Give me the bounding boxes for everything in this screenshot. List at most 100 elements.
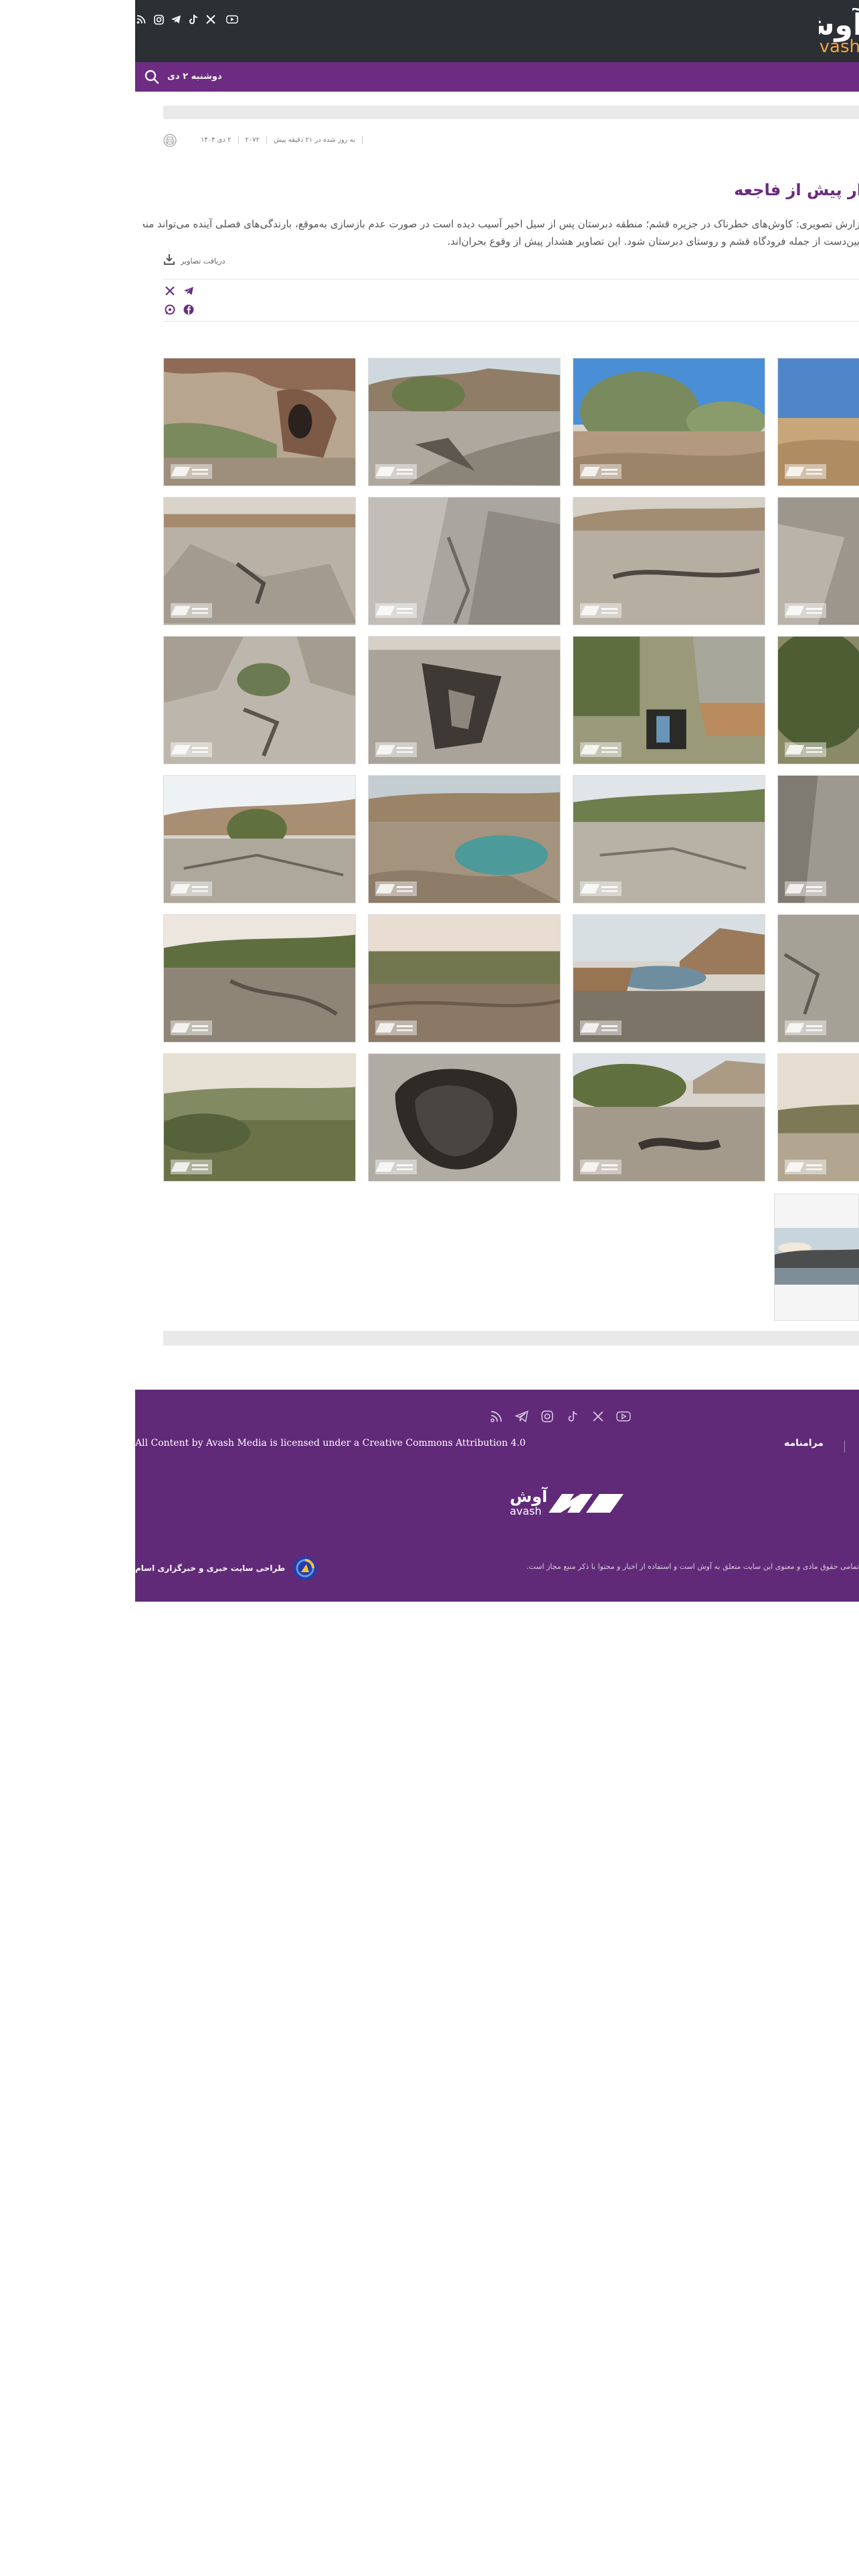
x-icon[interactable]: [591, 1409, 605, 1424]
watermark-logo: [785, 881, 826, 896]
watermark-logo: [580, 1160, 622, 1174]
gallery-photo[interactable]: [777, 636, 859, 764]
watermark-logo: [171, 464, 212, 479]
watermark-logo: [171, 1021, 212, 1035]
footer-logo-text-fa: آوش: [510, 1487, 548, 1506]
footer-divider: [844, 1440, 845, 1453]
license-text: All Content by Avash Media is licensed u…: [135, 1438, 526, 1448]
gallery-photo[interactable]: [163, 358, 356, 486]
gallery-photo[interactable]: [368, 914, 561, 1043]
divider: [163, 279, 859, 280]
site-logo[interactable]: آوش avash: [819, 8, 859, 55]
gallery-photo[interactable]: [368, 497, 561, 625]
watermark-logo: [785, 742, 826, 757]
article-title: هشدار پیش از فاجعه: [734, 181, 859, 199]
gallery-photo[interactable]: [573, 914, 765, 1043]
meta-divider: [237, 136, 239, 144]
gallery-extra-photo[interactable]: [774, 1194, 859, 1321]
meta-divider: [266, 136, 267, 144]
designer-label: طراحی سایت خبری و خبرگزاری اسام: [135, 1564, 286, 1573]
print-icon[interactable]: [163, 134, 177, 147]
telegram-icon[interactable]: [182, 284, 195, 298]
divider: [163, 321, 859, 322]
lead-line: گزارش تصویری: کاوش‌های خطرناک در جزیره ق…: [143, 218, 859, 230]
share-buttons: [163, 284, 201, 318]
meta-updated: به روز شده در ۲۱ دقیقه پیش: [273, 136, 355, 144]
gallery-photo[interactable]: [777, 914, 859, 1043]
watermark-logo: [785, 1160, 826, 1174]
meta-code: ۲۰۷۲: [245, 136, 260, 144]
watermark-logo: [171, 603, 212, 618]
footer-logo[interactable]: آوش avash: [510, 1487, 628, 1519]
gallery-photo[interactable]: [163, 775, 356, 903]
page: آوش avash دوشنبه ۲ دی به روز شده در ۲۱ د…: [135, 0, 859, 1602]
gallery-photo[interactable]: [777, 497, 859, 625]
gallery-photo[interactable]: [777, 775, 859, 903]
rss-icon[interactable]: [135, 13, 147, 25]
gallery-photo[interactable]: [163, 636, 356, 764]
logo-mark-icon: [549, 1494, 624, 1513]
designer-logo-icon: [292, 1555, 318, 1582]
telegram-icon[interactable]: [170, 13, 182, 25]
gallery-photo[interactable]: [368, 1053, 561, 1182]
watermark-logo: [580, 742, 622, 757]
meta-date: ۲ دی ۱۴۰۴: [201, 136, 231, 144]
youtube-icon[interactable]: [616, 1409, 631, 1424]
watermark-logo: [375, 1021, 417, 1035]
watermark-logo: [375, 742, 417, 757]
gallery-photo[interactable]: [777, 1053, 859, 1182]
gallery-photo[interactable]: [163, 1053, 356, 1182]
download-label: دریافت تصاویر: [181, 256, 225, 265]
rss-icon[interactable]: [489, 1409, 504, 1424]
top-header: آوش avash: [135, 0, 859, 62]
telegram-icon[interactable]: [514, 1409, 529, 1424]
whatsapp-icon[interactable]: [163, 303, 177, 316]
watermark-logo: [171, 881, 212, 896]
gallery-photo[interactable]: [573, 358, 765, 486]
article-lead: گزارش تصویری: کاوش‌های خطرناک در جزیره ق…: [143, 215, 859, 250]
logo-text-en: avash: [819, 37, 859, 55]
watermark-logo: [785, 1021, 826, 1035]
x-icon[interactable]: [205, 13, 217, 25]
lead-line: پایین‌دست از جمله فرودگاه قشم و روستای د…: [447, 235, 859, 247]
watermark-logo: [375, 603, 417, 618]
terms-link[interactable]: مرامنامه: [784, 1438, 824, 1448]
watermark-logo: [375, 881, 417, 896]
gallery-photo[interactable]: [573, 775, 765, 903]
watermark-logo: [580, 1021, 622, 1035]
gallery-photo[interactable]: [573, 1053, 765, 1182]
gallery-photo[interactable]: [163, 497, 356, 625]
youtube-icon[interactable]: [226, 13, 238, 25]
download-images-link[interactable]: دریافت تصاویر: [163, 253, 225, 269]
gallery-photo[interactable]: [163, 914, 356, 1043]
gallery-photo[interactable]: [368, 358, 561, 486]
article-meta: به روز شده در ۲۱ دقیقه پیش ۲۰۷۲ ۲ دی ۱۴۰…: [163, 131, 859, 148]
download-icon: [163, 253, 175, 268]
current-date: دوشنبه ۲ دی: [167, 72, 222, 82]
watermark-logo: [375, 464, 417, 479]
facebook-icon[interactable]: [182, 303, 195, 316]
copyright-text: تمامی حقوق مادی و معنوی این سایت متعلق ب…: [526, 1562, 859, 1571]
instagram-icon[interactable]: [153, 13, 165, 25]
meta-text-row: به روز شده در ۲۱ دقیقه پیش ۲۰۷۲ ۲ دی ۱۴۰…: [201, 131, 363, 148]
gallery-photo[interactable]: [573, 636, 765, 764]
designer-credit[interactable]: طراحی سایت خبری و خبرگزاری اسام: [135, 1556, 318, 1580]
watermark-logo: [375, 1160, 417, 1174]
watermark-logo: [171, 1160, 212, 1174]
watermark-logo: [580, 603, 622, 618]
instagram-icon[interactable]: [540, 1409, 555, 1424]
header-social-links: [135, 11, 238, 27]
site-footer: All Content by Avash Media is licensed u…: [135, 1390, 859, 1602]
search-icon[interactable]: [143, 68, 161, 86]
tiktok-icon[interactable]: [187, 13, 199, 25]
meta-divider: [361, 136, 363, 144]
gallery-photo[interactable]: [368, 636, 561, 764]
x-icon[interactable]: [163, 284, 177, 298]
watermark-logo: [580, 464, 622, 479]
footer-logo-text-en: avash: [510, 1505, 542, 1517]
watermark-logo: [171, 742, 212, 757]
gallery-photo[interactable]: [777, 358, 859, 486]
gallery-photo[interactable]: [573, 497, 765, 625]
gallery-photo[interactable]: [368, 775, 561, 903]
tiktok-icon[interactable]: [565, 1409, 580, 1424]
